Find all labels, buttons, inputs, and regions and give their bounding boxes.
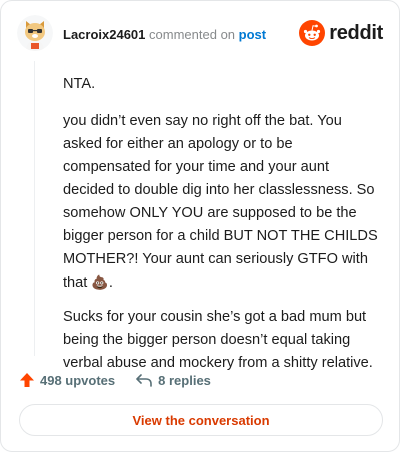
- comment-paragraph: you didn’t even say no right off the bat…: [63, 113, 378, 291]
- reply-arrow-icon: [136, 374, 152, 387]
- upvote-arrow-icon: [20, 373, 34, 387]
- reddit-brand[interactable]: reddit: [299, 19, 383, 47]
- comment-body: NTA. you didn’t even say no right off th…: [63, 73, 383, 386]
- action-text: commented on: [149, 27, 236, 42]
- view-conversation-button[interactable]: View the conversation: [19, 404, 383, 436]
- comment-paragraph: Sucks for your cousin she’s got a bad mu…: [63, 309, 373, 371]
- comment-paragraph-text: you didn’t even say no right off the bat…: [63, 113, 378, 291]
- username-link[interactable]: Lacroix24601: [63, 27, 145, 42]
- poop-emoji-icon: 💩: [91, 274, 109, 290]
- post-link[interactable]: post: [239, 27, 266, 42]
- comment-header: Lacroix24601 commented on post reddit: [17, 15, 385, 55]
- thread-line: [34, 61, 35, 356]
- comment-card: Lacroix24601 commented on post reddit NT…: [0, 0, 400, 452]
- upvote-button[interactable]: 498 upvotes: [19, 372, 115, 388]
- replies-button[interactable]: 8 replies: [135, 372, 211, 388]
- avatar[interactable]: [17, 15, 53, 51]
- comment-paragraph: NTA.: [63, 76, 96, 92]
- reddit-snoo-icon: [299, 20, 326, 46]
- comment-meta: Lacroix24601 commented on post: [63, 27, 266, 42]
- upvote-count: 498 upvotes: [40, 372, 116, 388]
- comment-actions: 498 upvotes 8 replies: [19, 369, 211, 391]
- brand-wordmark: reddit: [329, 21, 383, 44]
- reply-count: 8 replies: [158, 372, 211, 388]
